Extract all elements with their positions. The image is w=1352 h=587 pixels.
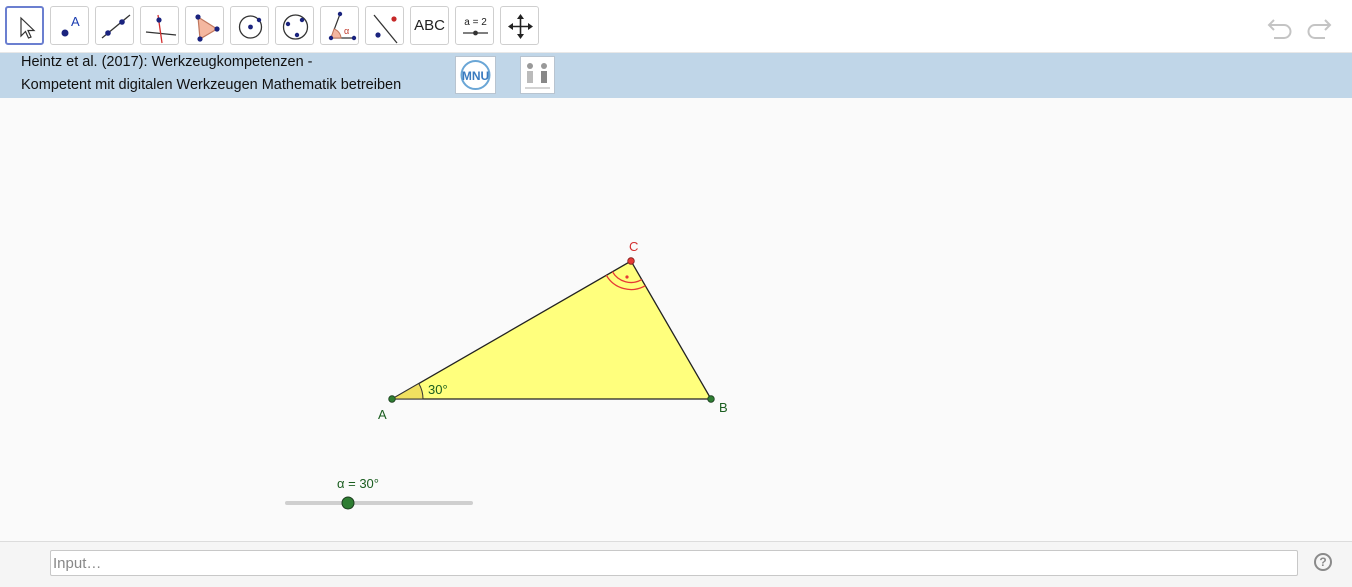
redo-icon[interactable] bbox=[1303, 14, 1333, 40]
perpendicular-line-tool-button[interactable] bbox=[140, 6, 179, 45]
mnu-logo-lettering: MNU bbox=[462, 69, 489, 83]
line-icon bbox=[101, 14, 131, 39]
graphics-view[interactable]: A B C 30° α = 30° bbox=[0, 98, 1352, 541]
circle-three-points-icon bbox=[282, 14, 309, 40]
reflect-about-line-icon bbox=[373, 14, 398, 44]
input-bar: ? bbox=[0, 541, 1352, 587]
mnu-logo-image: MNU bbox=[460, 60, 491, 90]
help-icon[interactable]: ? bbox=[1314, 553, 1332, 571]
point-c[interactable] bbox=[627, 257, 635, 265]
angle-icon-glyph: α bbox=[344, 26, 349, 36]
point-b[interactable] bbox=[707, 395, 715, 403]
angle-icon: α bbox=[328, 11, 357, 41]
move-graphics-view-tool-button[interactable] bbox=[500, 6, 539, 45]
point-a[interactable] bbox=[388, 395, 396, 403]
angle-alpha-marker[interactable] bbox=[390, 382, 424, 400]
text-tool-label: ABC bbox=[414, 17, 445, 34]
point-tool-button[interactable]: A bbox=[50, 6, 89, 45]
mnu-logo: MNU bbox=[455, 56, 496, 94]
angle-tool-button[interactable]: α bbox=[320, 6, 359, 45]
circle-center-point-tool-button[interactable] bbox=[230, 6, 269, 45]
worksheet-header: Heintz et al. (2017): Werkzeugkompetenze… bbox=[0, 53, 1352, 98]
geometry-canvas[interactable]: A B C 30° α = 30° bbox=[0, 98, 1352, 541]
header-title-line-1: Heintz et al. (2017): Werkzeugkompetenze… bbox=[21, 54, 313, 70]
point-a-label: A bbox=[378, 407, 387, 422]
polygon-icon bbox=[195, 14, 220, 42]
point-c-label: C bbox=[629, 239, 638, 254]
perpendicular-line-icon bbox=[145, 14, 177, 44]
move-arrows-icon bbox=[508, 14, 533, 39]
triangle-abc[interactable] bbox=[389, 260, 713, 400]
polygon-tool-button[interactable] bbox=[185, 6, 224, 45]
slider-alpha-label: α = 30° bbox=[337, 476, 379, 491]
t3-logo bbox=[520, 56, 555, 94]
header-title-line-2: Kompetent mit digitalen Werkzeugen Mathe… bbox=[21, 77, 402, 93]
text-tool-button[interactable]: ABC bbox=[410, 6, 449, 45]
circle-center-icon bbox=[238, 15, 263, 39]
slider-alpha-knob[interactable] bbox=[341, 496, 355, 510]
angle-alpha-label: 30° bbox=[428, 382, 448, 397]
slider-icon: a = 2 bbox=[463, 17, 488, 36]
cursor-arrow-icon bbox=[20, 16, 36, 39]
line-tool-button[interactable] bbox=[95, 6, 134, 45]
move-tool-button[interactable] bbox=[5, 6, 44, 45]
t3-logo-image bbox=[525, 63, 550, 89]
slider-tool-button[interactable]: a = 2 bbox=[455, 6, 494, 45]
toolbar: A α ABC a = 2 bbox=[0, 0, 1352, 53]
undo-icon[interactable] bbox=[1266, 14, 1296, 40]
circle-three-points-tool-button[interactable] bbox=[275, 6, 314, 45]
slider-icon-label: a = 2 bbox=[464, 17, 487, 28]
point-b-label: B bbox=[719, 400, 728, 415]
point-icon: A bbox=[61, 14, 80, 37]
right-angle-dot bbox=[625, 275, 629, 279]
algebra-input-field[interactable] bbox=[50, 550, 1298, 576]
reflect-tool-button[interactable] bbox=[365, 6, 404, 45]
point-icon-glyph: A bbox=[71, 14, 80, 29]
